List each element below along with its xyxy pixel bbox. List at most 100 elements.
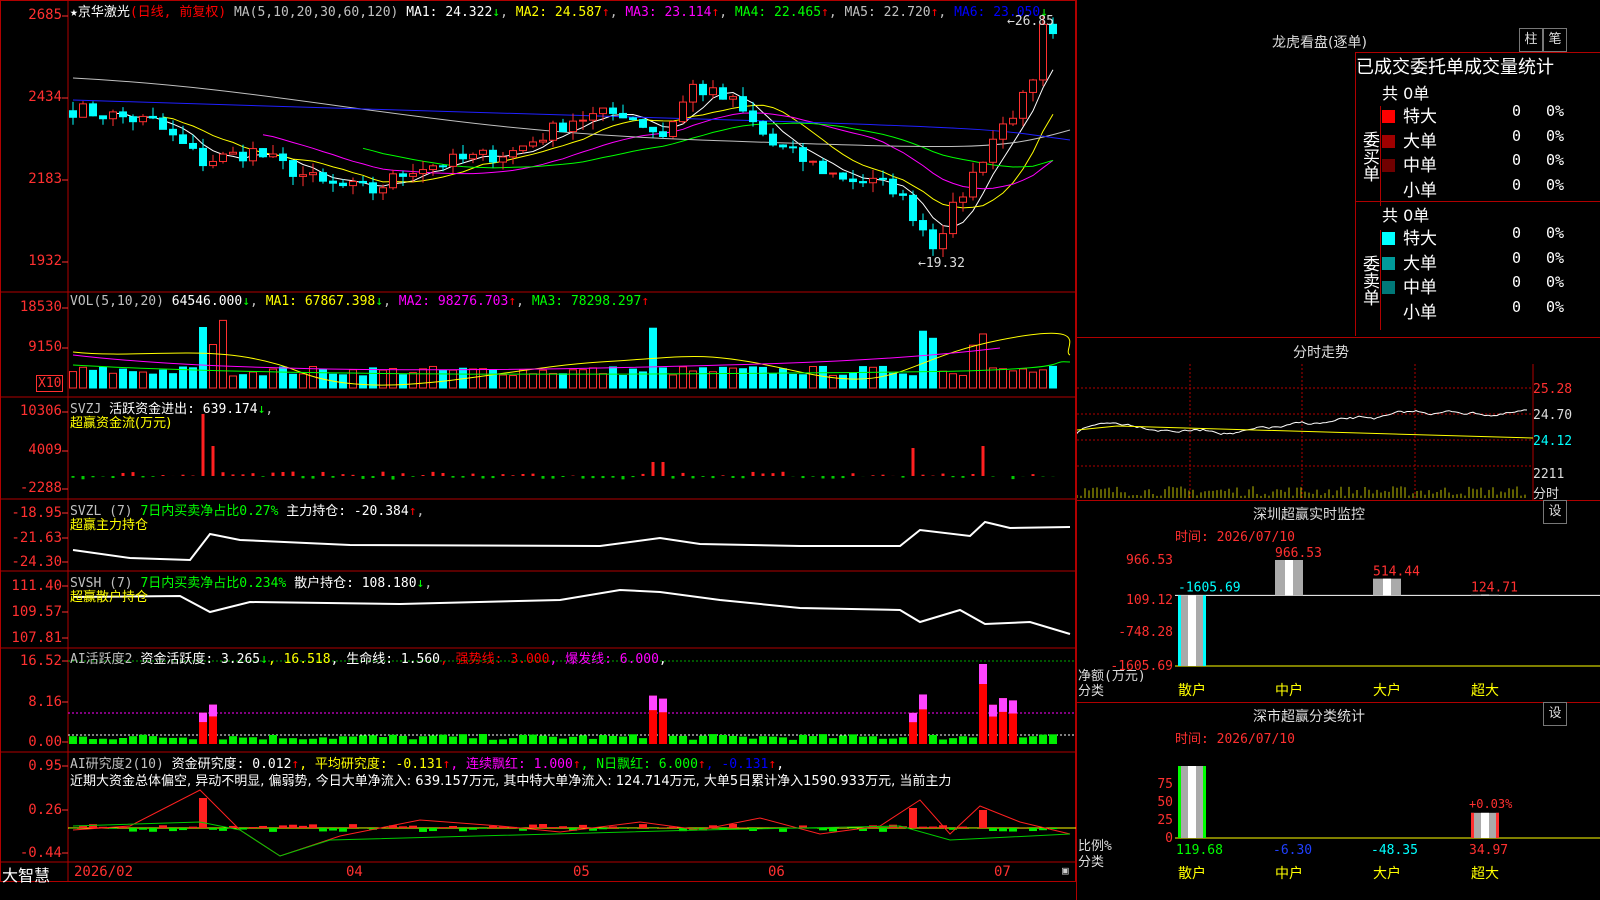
ma1-value: MA1: 24.322↓,: [406, 5, 508, 20]
flow-bar: [221, 472, 225, 476]
volume-bar: [899, 373, 907, 389]
volume-bar: [1029, 371, 1037, 389]
active-peak: [919, 694, 927, 710]
flow-bar: [911, 448, 915, 476]
flow-bar: [701, 476, 705, 477]
candle-body: [549, 122, 557, 141]
flow-bar: [631, 476, 635, 478]
tab-traded[interactable]: 已成交: [1356, 57, 1410, 78]
research-bar: [89, 824, 97, 828]
flow-bar: [811, 476, 815, 477]
research-bar: [239, 828, 247, 830]
main-chart-area[interactable]: 2685 2434 2183 1932 18530 9150 10306 400…: [0, 0, 1076, 885]
volume-bar: [289, 373, 297, 389]
candle-body: [629, 117, 637, 121]
ma120-line: [72, 99, 1071, 141]
research-bar: [139, 828, 147, 830]
volume-bar: [79, 366, 87, 389]
order-row: 特大 0 0%: [1382, 102, 1600, 127]
candle-body: [889, 178, 897, 195]
stats-annotation: +0.03%: [1469, 797, 1513, 811]
kline-svg[interactable]: [0, 0, 1076, 882]
active-bar: [969, 737, 977, 744]
column-mode-button[interactable]: 柱: [1519, 28, 1543, 52]
order-row-pct: 0%: [1546, 151, 1565, 169]
stats-category: 中户: [1275, 865, 1303, 882]
intraday-chart[interactable]: [1077, 364, 1600, 500]
candle-body: [579, 119, 587, 122]
candle-body: [669, 121, 677, 137]
research-bar: [289, 824, 297, 828]
active-tick: 0.00: [28, 734, 62, 750]
candle-body: [709, 87, 717, 96]
research-bar: [339, 828, 347, 832]
flow-bar: [551, 476, 555, 479]
candle-body: [1009, 117, 1017, 125]
candle-body: [419, 169, 427, 175]
flow-bar: [451, 476, 455, 478]
active-bar: [459, 734, 467, 744]
lock-icon[interactable]: ▣: [1062, 864, 1069, 877]
net-flow-chart[interactable]: 966.53109.12-748.28-1605.69-1605.69散户966…: [1077, 540, 1600, 700]
period-mode[interactable]: (日线, 前复权): [130, 5, 226, 20]
active-bar: [609, 735, 617, 744]
active-bar: [939, 739, 947, 744]
order-row-pct: 0%: [1546, 102, 1565, 120]
active-bar: [519, 734, 527, 744]
candle-body: [819, 160, 827, 175]
candle-body: [79, 103, 87, 118]
candle-body: [359, 180, 367, 184]
active-bar: [879, 738, 887, 744]
svzl-tick: -18.95: [11, 505, 62, 521]
active-bar: [369, 735, 377, 744]
active-bar: [709, 734, 717, 744]
sz-stats-settings-button[interactable]: 设: [1543, 702, 1567, 726]
candle-body: [759, 121, 767, 135]
research-bar: [269, 828, 277, 832]
flow-bar: [411, 476, 415, 477]
active-bar: [189, 739, 197, 744]
price-tick: 1932: [28, 253, 62, 269]
candle-body: [599, 107, 607, 115]
monitor-category: 超大: [1471, 683, 1499, 699]
volume-bar: [419, 368, 427, 389]
tab-orders[interactable]: 委托单: [1410, 57, 1464, 78]
candle-body: [119, 111, 127, 118]
flow-bar: [831, 476, 835, 479]
active-bar: [819, 734, 827, 744]
candle-body: [799, 147, 807, 162]
volume-bar: [359, 375, 367, 389]
active-bar: [739, 736, 747, 744]
flow-bar: [471, 473, 475, 476]
active-bar: [479, 734, 487, 744]
tick-mode-button[interactable]: 笔: [1543, 28, 1567, 52]
volume-bar: [619, 374, 627, 389]
active-bar: [1029, 736, 1037, 744]
candle-body: [789, 146, 797, 149]
volume-bar: [569, 369, 577, 389]
candle-body: [509, 150, 517, 158]
tab-volume-stats[interactable]: 成交量统计: [1464, 57, 1554, 78]
candle-body: [109, 111, 117, 120]
candle-body: [249, 148, 257, 162]
volume-bar: [579, 369, 587, 389]
candle-body: [89, 103, 97, 117]
active-bar: [489, 739, 497, 744]
sz-monitor-settings-button[interactable]: 设: [1543, 500, 1567, 524]
candle-body: [299, 174, 307, 177]
volume-bar: [539, 369, 547, 389]
active-bar: [349, 736, 357, 744]
star-icon[interactable]: ★: [70, 5, 78, 20]
order-row-pct: 0%: [1546, 126, 1565, 145]
research-bar: [279, 825, 287, 828]
flow-bar: [621, 476, 625, 480]
buy-side-label: 委买单: [1356, 106, 1381, 206]
candle-body: [899, 193, 907, 196]
stats-bar-edge: [1178, 766, 1181, 838]
candle-body: [209, 160, 217, 167]
research-bar: [259, 825, 267, 828]
candle-body: [269, 153, 277, 158]
ratio-chart[interactable]: 75 50 25 0119.68 散户 -6.30 中户 -48.35 大户 34.97 超大 +0.…: [1077, 742, 1600, 900]
order-row-pct: 0%: [1546, 297, 1565, 316]
active-bar: [959, 736, 967, 744]
